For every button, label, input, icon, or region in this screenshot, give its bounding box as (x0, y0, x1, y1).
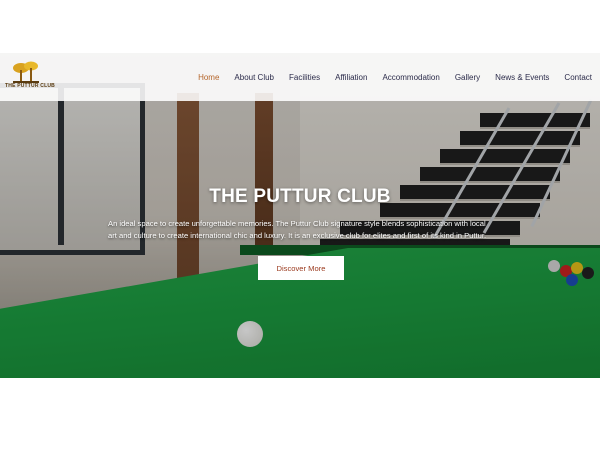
hero-title: THE PUTTUR CLUB (209, 186, 391, 207)
discover-more-button[interactable]: Discover More (258, 256, 344, 280)
club-logo[interactable]: THE PUTTUR CLUB (5, 59, 55, 95)
top-navbar: THE PUTTUR CLUB Home About Club Faciliti… (0, 53, 600, 101)
nav-contact[interactable]: Contact (564, 73, 592, 82)
nav-gallery[interactable]: Gallery (455, 73, 480, 82)
hero-overlay (0, 53, 600, 378)
hero-background (0, 53, 600, 378)
nav-facilities[interactable]: Facilities (289, 73, 320, 82)
nav-home[interactable]: Home (198, 73, 219, 82)
hero-description: An ideal space to create unforgettable m… (108, 219, 487, 240)
main-nav: Home About Club Facilities Affiliation A… (198, 53, 592, 101)
logo-text: THE PUTTUR CLUB (5, 83, 55, 89)
nav-affiliation[interactable]: Affiliation (335, 73, 367, 82)
nav-accommodation[interactable]: Accommodation (382, 73, 439, 82)
logo-emblem-icon (13, 61, 39, 83)
nav-news-events[interactable]: News & Events (495, 73, 549, 82)
nav-about-club[interactable]: About Club (234, 73, 274, 82)
